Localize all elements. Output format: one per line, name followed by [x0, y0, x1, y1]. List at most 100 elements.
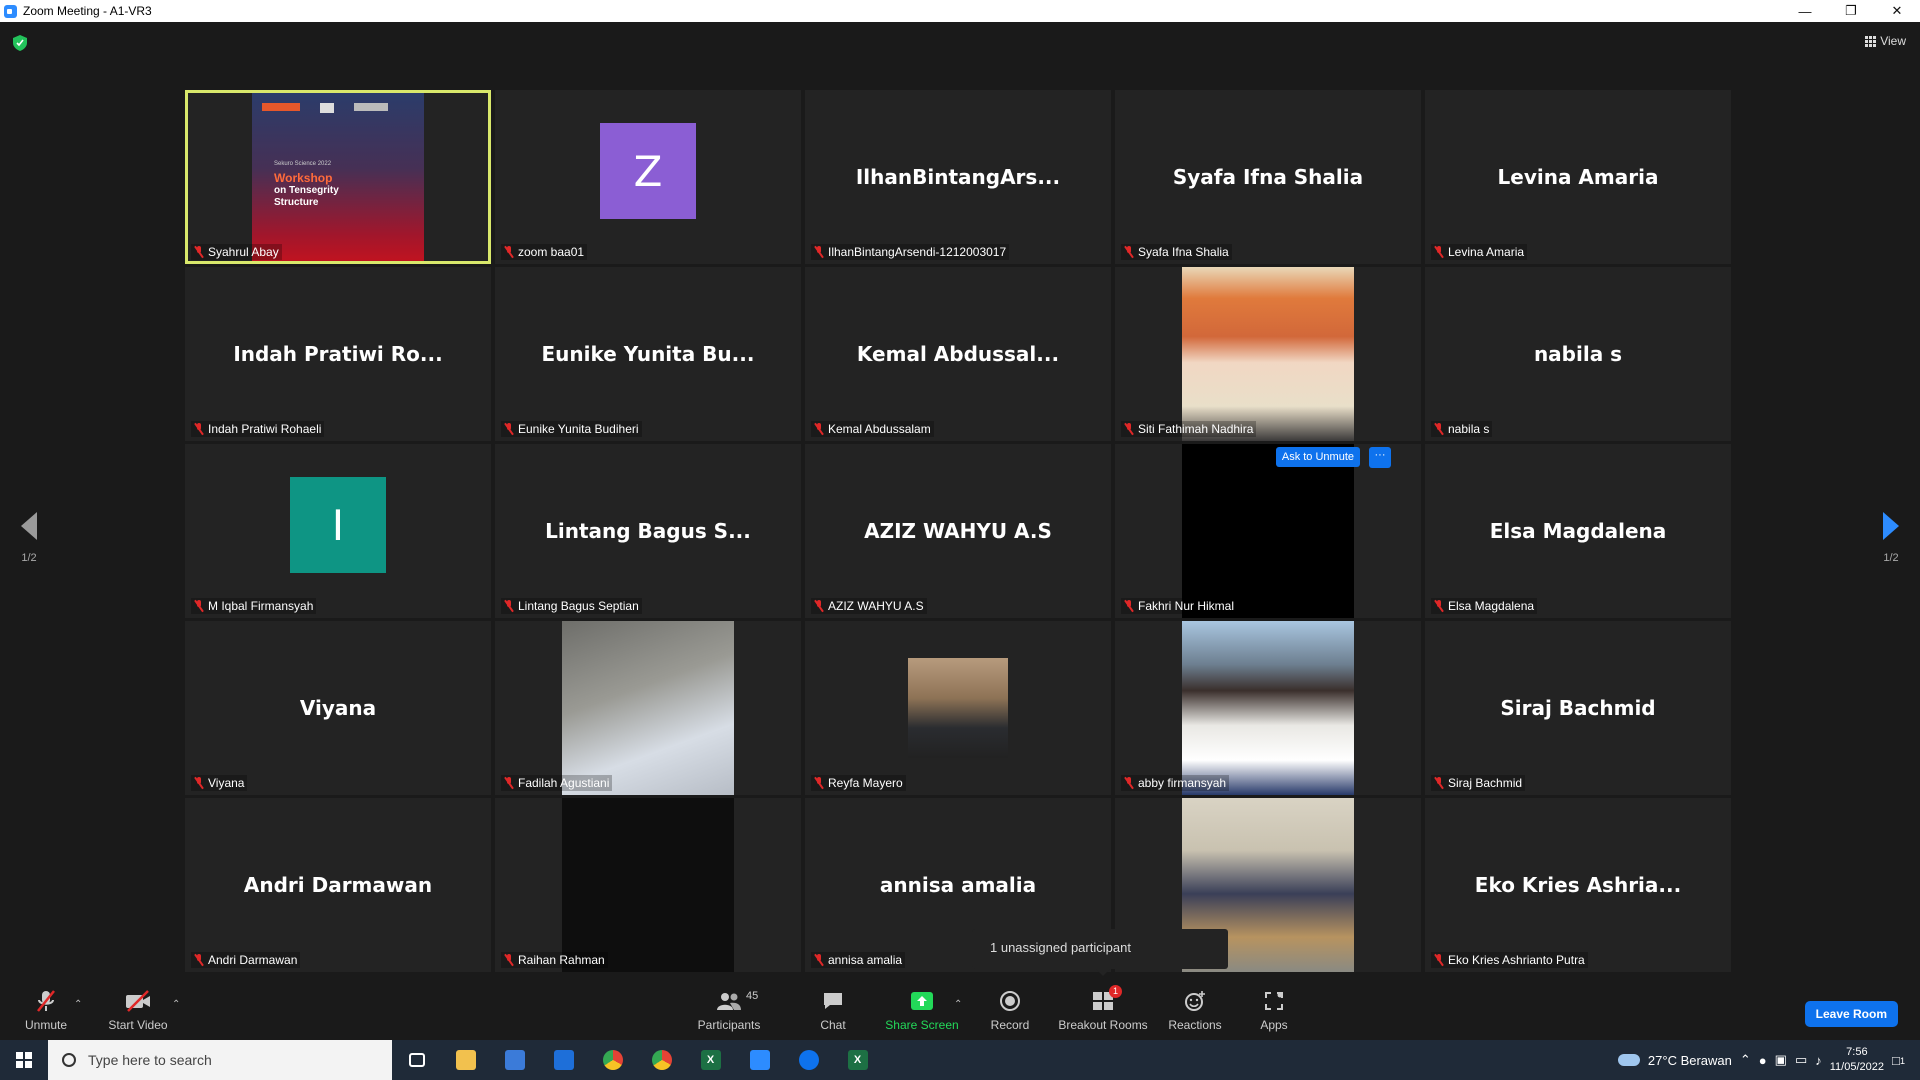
teamviewer-icon[interactable]: [784, 1040, 833, 1080]
participant-tile[interactable]: Zzoom baa01: [495, 90, 801, 264]
record-icon: [995, 988, 1025, 1014]
participant-tile[interactable]: Elsa Magdalena Elsa Magdalena: [1425, 444, 1731, 618]
participant-tile[interactable]: Viyana Viyana: [185, 621, 491, 795]
security-shield-icon[interactable]: [13, 35, 27, 51]
mic-muted-icon: [814, 777, 824, 789]
chrome-icon[interactable]: [588, 1040, 637, 1080]
participant-name-label: Fakhri Nur Hikmal: [1121, 598, 1238, 614]
meeting-area: View 1/2 1/2 Sekuro Science 2022 Worksho…: [0, 22, 1920, 979]
participant-display-name: Viyana: [299, 696, 377, 720]
zoom-taskbar-icon[interactable]: [735, 1040, 784, 1080]
mic-muted-icon: [814, 423, 824, 435]
share-screen-label: Share Screen: [885, 1017, 959, 1032]
participant-video: [1182, 267, 1354, 441]
participant-tile[interactable]: AZIZ WAHYU A.S AZIZ WAHYU A.S: [805, 444, 1111, 618]
participant-display-name: Levina Amaria: [1497, 165, 1659, 189]
participant-tile[interactable]: Fadilah Agustiani: [495, 621, 801, 795]
participant-tile[interactable]: Levina Amaria Levina Amaria: [1425, 90, 1731, 264]
restore-button[interactable]: ❐: [1828, 0, 1874, 22]
chrome-profile-icon[interactable]: [637, 1040, 686, 1080]
participants-icon: 45: [714, 988, 758, 1014]
participant-tile[interactable]: IlhanBintangArs... IlhanBintangArsendi-12…: [805, 90, 1111, 264]
participant-display-name: annisa amalia: [879, 873, 1037, 897]
participants-button[interactable]: 45 Participants: [694, 979, 764, 1040]
participant-tile[interactable]: Lintang Bagus S... Lintang Bagus Septian: [495, 444, 801, 618]
chat-button[interactable]: Chat: [808, 979, 858, 1040]
participant-display-name: Eko Kries Ashria...: [1474, 873, 1682, 897]
apps-button[interactable]: Apps: [1254, 979, 1294, 1040]
participant-tile[interactable]: Eko Kries Ashria... Eko Kries Ashrianto P…: [1425, 798, 1731, 972]
participant-tile[interactable]: Indah Pratiwi Ro... Indah Pratiwi Rohaeli: [185, 267, 491, 441]
leave-room-button[interactable]: Leave Room: [1804, 1001, 1898, 1027]
participant-tile[interactable]: abby firmansyah: [1115, 621, 1421, 795]
shared-content: Sekuro Science 2022 Workshop on Tensegri…: [252, 93, 424, 261]
start-video-label: Start Video: [108, 1017, 168, 1032]
participant-tile[interactable]: I M Iqbal Firmansyah: [185, 444, 491, 618]
participant-tile[interactable]: Sekuro Science 2022 Workshop on Tensegri…: [185, 90, 491, 264]
participant-tile[interactable]: Siraj Bachmid Siraj Bachmid: [1425, 621, 1731, 795]
mic-muted-icon: [1124, 246, 1134, 258]
taskbar-search-box[interactable]: Type here to search: [48, 1040, 392, 1080]
ask-to-unmute-button[interactable]: Ask to Unmute: [1275, 447, 1360, 467]
participant-tile[interactable]: Andri Darmawan Andri Darmawan: [185, 798, 491, 972]
share-title: Workshop: [274, 171, 333, 185]
task-view-icon[interactable]: [392, 1040, 441, 1080]
audio-options-caret[interactable]: ⌃: [74, 999, 82, 1010]
participant-name: Lintang Bagus Septian: [518, 599, 639, 613]
participant-tile[interactable]: Ask to Unmute ··· Fakhri Nur Hikmal: [1115, 444, 1421, 618]
share-options-caret[interactable]: ⌃: [954, 999, 962, 1010]
tray-chevron-icon[interactable]: ⌃: [1740, 1052, 1751, 1068]
start-button[interactable]: [0, 1040, 48, 1080]
apps-icon: [1259, 988, 1289, 1014]
participant-name: Fakhri Nur Hikmal: [1138, 599, 1235, 613]
participant-tile[interactable]: Reyfa Mayero: [805, 621, 1111, 795]
mic-muted-icon: [504, 246, 514, 258]
clock[interactable]: 7:56 11/05/2022: [1830, 1045, 1884, 1075]
reactions-label: Reactions: [1168, 1017, 1222, 1032]
participant-tile[interactable]: Eunike Yunita Bu... Eunike Yunita Budiher…: [495, 267, 801, 441]
volume-icon[interactable]: ♪: [1815, 1053, 1822, 1068]
excel-icon[interactable]: X: [686, 1040, 735, 1080]
grid-view-icon: [1865, 36, 1877, 47]
minimize-button[interactable]: —: [1782, 0, 1828, 22]
display-icon[interactable]: ▭: [1795, 1052, 1807, 1068]
weather-text[interactable]: 27°C Berawan: [1648, 1053, 1732, 1068]
share-screen-button[interactable]: Share Screen: [884, 979, 960, 1040]
participant-name: Elsa Magdalena: [1448, 599, 1535, 613]
participant-display-name: IlhanBintangArs...: [855, 165, 1061, 189]
participant-tile[interactable]: Syafa Ifna Shalia Syafa Ifna Shalia: [1115, 90, 1421, 264]
notification-icon[interactable]: □ 1: [1892, 1053, 1912, 1068]
video-grid: Sekuro Science 2022 Workshop on Tensegri…: [185, 90, 1733, 972]
video-options-caret[interactable]: ⌃: [172, 999, 180, 1010]
more-options-button[interactable]: ···: [1369, 447, 1391, 468]
page-indicator-right: 1/2: [1883, 552, 1899, 564]
participant-video: [562, 798, 734, 972]
network-icon[interactable]: ▣: [1775, 1052, 1787, 1068]
breakout-rooms-button[interactable]: 1 Breakout Rooms: [1058, 979, 1148, 1040]
mail-icon[interactable]: [539, 1040, 588, 1080]
unassigned-participant-tooltip[interactable]: 1 unassigned participant: [972, 929, 1228, 976]
participant-name: abby firmansyah: [1138, 776, 1227, 790]
previous-page-button[interactable]: 1/2: [14, 512, 44, 564]
excel-icon-2[interactable]: X: [833, 1040, 882, 1080]
participant-name-label: Elsa Magdalena: [1431, 598, 1538, 614]
close-button[interactable]: ✕: [1874, 0, 1920, 22]
participant-tile[interactable]: Kemal Abdussal... Kemal Abdussalam: [805, 267, 1111, 441]
participant-tile[interactable]: Siti Fathimah Nadhira: [1115, 267, 1421, 441]
view-button[interactable]: View: [1865, 34, 1906, 48]
reactions-button[interactable]: Reactions: [1166, 979, 1224, 1040]
next-page-button[interactable]: 1/2: [1876, 512, 1906, 564]
participant-name-label: IlhanBintangArsendi-1212003017: [811, 244, 1010, 260]
participant-name-label: M Iqbal Firmansyah: [191, 598, 317, 614]
start-video-button[interactable]: Start Video: [106, 979, 170, 1040]
participant-tile[interactable]: Raihan Rahman: [495, 798, 801, 972]
unmute-button[interactable]: Unmute: [22, 979, 70, 1040]
participant-display-name: Kemal Abdussal...: [856, 342, 1060, 366]
microsoft-store-icon[interactable]: [490, 1040, 539, 1080]
record-button[interactable]: Record: [984, 979, 1036, 1040]
windows-logo-icon: [16, 1052, 32, 1068]
arrow-right-icon: [1883, 512, 1899, 540]
participant-tile[interactable]: nabila s nabila s: [1425, 267, 1731, 441]
file-explorer-icon[interactable]: [441, 1040, 490, 1080]
microphone-icon[interactable]: ●: [1759, 1053, 1767, 1068]
